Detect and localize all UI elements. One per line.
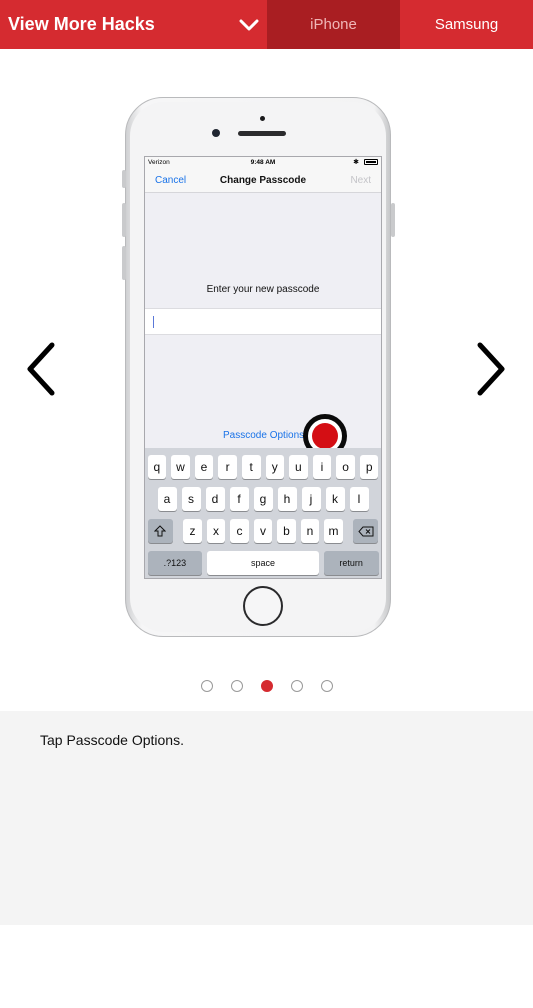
passcode-prompt: Enter your new passcode [206,284,320,295]
phone-screen: Verizon 9:48 AM ✱ Cancel Change Passcode… [144,156,382,579]
delete-icon [358,526,374,536]
slide-carousel: Verizon 9:48 AM ✱ Cancel Change Passcode… [0,49,533,711]
key[interactable]: l [349,487,369,511]
key[interactable]: m [324,519,343,543]
key[interactable]: c [230,519,249,543]
return-key[interactable]: return [323,551,379,575]
previous-slide-arrow-icon[interactable] [22,339,62,399]
pagination-dot[interactable] [230,680,243,692]
front-camera-icon [212,129,220,137]
keyboard-row-3: z x c v b n m [145,519,381,543]
key[interactable]: n [300,519,320,543]
bluetooth-icon: ✱ [353,159,359,166]
volume-up-button [122,203,126,237]
shift-icon [154,525,167,537]
key[interactable]: v [253,519,273,543]
step-caption: Tap Passcode Options. [40,732,184,748]
pagination-dots [0,680,533,694]
pagination-dot-active[interactable] [260,680,273,692]
sensor-dot [260,116,265,121]
home-button [243,586,283,626]
phone-face: Verizon 9:48 AM ✱ Cancel Change Passcode… [130,102,386,632]
battery-icon [364,159,378,165]
passcode-input[interactable] [145,308,381,335]
tap-indicator-dot [312,423,338,449]
status-bar: Verizon 9:48 AM ✱ [145,157,381,168]
earpiece-speaker [238,131,286,136]
mute-switch [122,170,126,188]
shift-key[interactable] [147,519,173,543]
screen-title: Change Passcode [219,175,307,186]
caption-panel: Tap Passcode Options. [0,711,533,925]
key[interactable]: t [241,455,261,479]
key[interactable]: i [312,455,332,479]
key[interactable]: r [218,455,237,479]
chevron-down-icon [239,19,259,30]
numbers-key[interactable]: .?123 [147,551,203,575]
key[interactable]: y [265,455,285,479]
keyboard-row-1: q w e r t y u i o p [145,455,381,479]
power-button [391,203,395,237]
key[interactable]: p [359,455,379,479]
key[interactable]: z [183,519,202,543]
tab-samsung[interactable]: Samsung [400,0,533,49]
key[interactable]: x [206,519,226,543]
key[interactable]: j [301,487,321,511]
keyboard-row-2: a s d f g h j k l [145,487,381,511]
pagination-dot[interactable] [290,680,303,692]
pagination-dot[interactable] [200,680,213,692]
key[interactable]: k [325,487,345,511]
header-title: View More Hacks [8,14,155,34]
iphone-illustration: Verizon 9:48 AM ✱ Cancel Change Passcode… [122,97,395,637]
onscreen-keyboard: q w e r t y u i o p a s d f g h j k l z … [145,448,381,578]
space-key[interactable]: space [207,551,319,575]
key[interactable]: w [171,455,190,479]
nav-bar: Cancel Change Passcode Next [145,168,381,193]
key[interactable]: g [253,487,273,511]
delete-key[interactable] [353,519,379,543]
key[interactable]: a [157,487,177,511]
keyboard-row-4: .?123 space return [145,551,381,575]
key[interactable]: s [181,487,201,511]
tab-iphone[interactable]: iPhone [267,0,400,49]
key[interactable]: f [229,487,249,511]
view-more-hacks-toggle[interactable]: View More Hacks [0,0,267,49]
next-button[interactable]: Next [350,175,371,186]
key[interactable]: q [147,455,167,479]
top-bar: View More Hacks iPhone Samsung [0,0,533,49]
key[interactable]: h [277,487,297,511]
key[interactable]: b [277,519,296,543]
text-caret [153,316,154,328]
key[interactable]: o [336,455,355,479]
pagination-dot[interactable] [320,680,333,692]
passcode-options-link[interactable]: Passcode Options [223,430,304,441]
volume-down-button [122,246,126,280]
key[interactable]: d [205,487,225,511]
key[interactable]: u [289,455,308,479]
next-slide-arrow-icon[interactable] [472,339,512,399]
key[interactable]: e [194,455,214,479]
status-time: 9:48 AM [250,159,276,166]
